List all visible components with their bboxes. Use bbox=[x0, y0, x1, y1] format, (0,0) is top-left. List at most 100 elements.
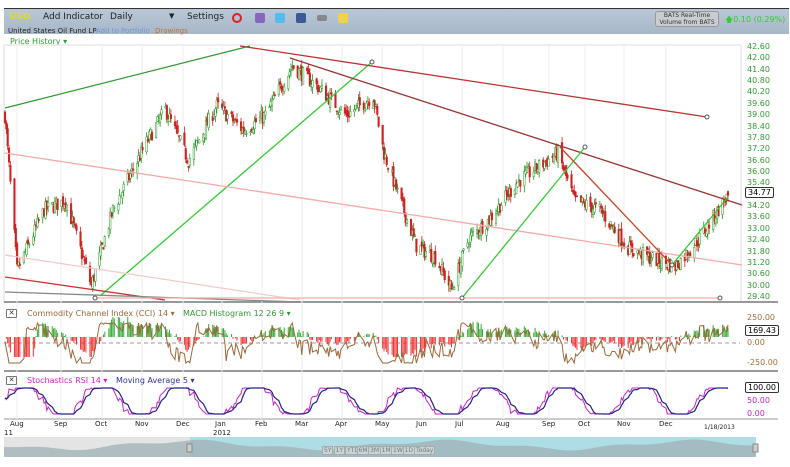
candle bbox=[329, 93, 332, 109]
candle bbox=[604, 211, 607, 222]
candle bbox=[582, 201, 585, 203]
candle bbox=[26, 239, 29, 245]
candle bbox=[387, 168, 390, 170]
candle bbox=[396, 187, 399, 190]
candle bbox=[575, 195, 578, 197]
candle bbox=[198, 139, 201, 144]
candle bbox=[150, 131, 154, 141]
cci-menu[interactable]: Commodity Channel Index (CCI) 14 ▾ bbox=[27, 309, 175, 318]
candle bbox=[467, 244, 471, 247]
candle bbox=[283, 86, 286, 92]
candle bbox=[658, 251, 661, 264]
candle bbox=[566, 174, 569, 179]
candle bbox=[339, 106, 342, 110]
range-button-today[interactable]: Today bbox=[414, 446, 436, 455]
month-label: Apr bbox=[335, 420, 348, 428]
candle bbox=[75, 225, 78, 231]
navigator-handle-right[interactable] bbox=[752, 443, 759, 453]
candle bbox=[430, 249, 433, 263]
month-label: Sep bbox=[54, 420, 68, 428]
candle bbox=[490, 212, 493, 221]
macd-menu[interactable]: MACD Histogram 12 26 9 ▾ bbox=[183, 309, 291, 318]
range-button-5y[interactable]: 5Y bbox=[322, 446, 334, 455]
candle bbox=[7, 147, 11, 163]
candle bbox=[33, 224, 36, 238]
cci-tick: -250.00 bbox=[747, 358, 778, 367]
candle bbox=[107, 228, 110, 236]
candle bbox=[320, 85, 324, 89]
close-cci-panel-button[interactable]: ✕ bbox=[6, 309, 17, 318]
candle bbox=[47, 202, 50, 207]
stoch-tick: 50.00 bbox=[747, 396, 770, 405]
candle bbox=[102, 247, 105, 250]
candle bbox=[56, 198, 59, 210]
candle bbox=[660, 257, 663, 269]
candle bbox=[226, 114, 229, 120]
price-tick: 42.60 bbox=[747, 42, 770, 51]
candle bbox=[613, 226, 616, 233]
cci-tick: 0.00 bbox=[747, 338, 765, 347]
month-label: Aug bbox=[10, 420, 24, 428]
candle bbox=[368, 101, 371, 107]
year-label-2011: 11 bbox=[4, 429, 13, 437]
stoch-tick: 0.00 bbox=[747, 409, 765, 418]
price-tick: 33.60 bbox=[747, 212, 770, 222]
drawing-handle bbox=[704, 114, 710, 120]
candle bbox=[632, 253, 635, 257]
candle bbox=[547, 158, 550, 167]
candle bbox=[581, 197, 584, 203]
candle bbox=[155, 122, 158, 138]
ma-menu[interactable]: Moving Average 5 ▾ bbox=[116, 376, 195, 385]
candle bbox=[677, 260, 680, 268]
candle bbox=[330, 92, 333, 95]
candle bbox=[338, 112, 341, 116]
candle bbox=[485, 228, 488, 236]
candle bbox=[414, 235, 417, 237]
candle bbox=[113, 206, 116, 209]
candle bbox=[556, 145, 560, 163]
candle bbox=[235, 119, 239, 123]
candle bbox=[689, 252, 692, 256]
candle bbox=[532, 171, 535, 177]
candle bbox=[184, 148, 187, 160]
price-tick: 31.80 bbox=[747, 246, 770, 256]
month-label: Oct bbox=[95, 420, 108, 428]
stoch-menu[interactable]: Stochastics RSI 14 ▾ bbox=[27, 376, 107, 385]
drawing-handle bbox=[717, 295, 723, 301]
candle bbox=[253, 120, 256, 130]
month-label: Jun bbox=[416, 420, 427, 428]
candle bbox=[561, 142, 564, 164]
range-button-1y[interactable]: 1Y bbox=[333, 446, 345, 455]
price-tick: 40.20 bbox=[747, 87, 770, 97]
price-tick: 34.20 bbox=[747, 201, 770, 211]
candle bbox=[16, 243, 19, 265]
candle bbox=[443, 270, 446, 280]
candle bbox=[141, 147, 144, 151]
cci-last-value: 169.43 bbox=[745, 325, 779, 336]
chart-canvas[interactable] bbox=[0, 0, 790, 467]
candle bbox=[214, 108, 217, 117]
candle bbox=[51, 202, 54, 205]
month-label: Oct bbox=[578, 420, 591, 428]
candle bbox=[183, 132, 186, 146]
candle bbox=[192, 146, 195, 160]
drawing-handle bbox=[459, 295, 465, 301]
price-tick: 36.60 bbox=[747, 155, 770, 165]
candle bbox=[84, 257, 87, 264]
candle bbox=[289, 69, 293, 72]
navigator-handle-left[interactable] bbox=[186, 443, 193, 453]
candle bbox=[217, 97, 220, 103]
candle bbox=[509, 188, 512, 197]
candle bbox=[3, 111, 7, 124]
price-tick: 29.40 bbox=[747, 292, 770, 301]
drawing-handle bbox=[369, 59, 375, 65]
candle bbox=[570, 174, 573, 189]
drawing-handle bbox=[669, 262, 675, 268]
candle bbox=[516, 181, 519, 188]
candle bbox=[111, 204, 114, 213]
candle bbox=[223, 106, 226, 109]
candle bbox=[18, 263, 21, 266]
close-stoch-panel-button[interactable]: ✕ bbox=[6, 376, 17, 385]
candle bbox=[679, 258, 682, 270]
month-label: Nov bbox=[617, 420, 631, 428]
